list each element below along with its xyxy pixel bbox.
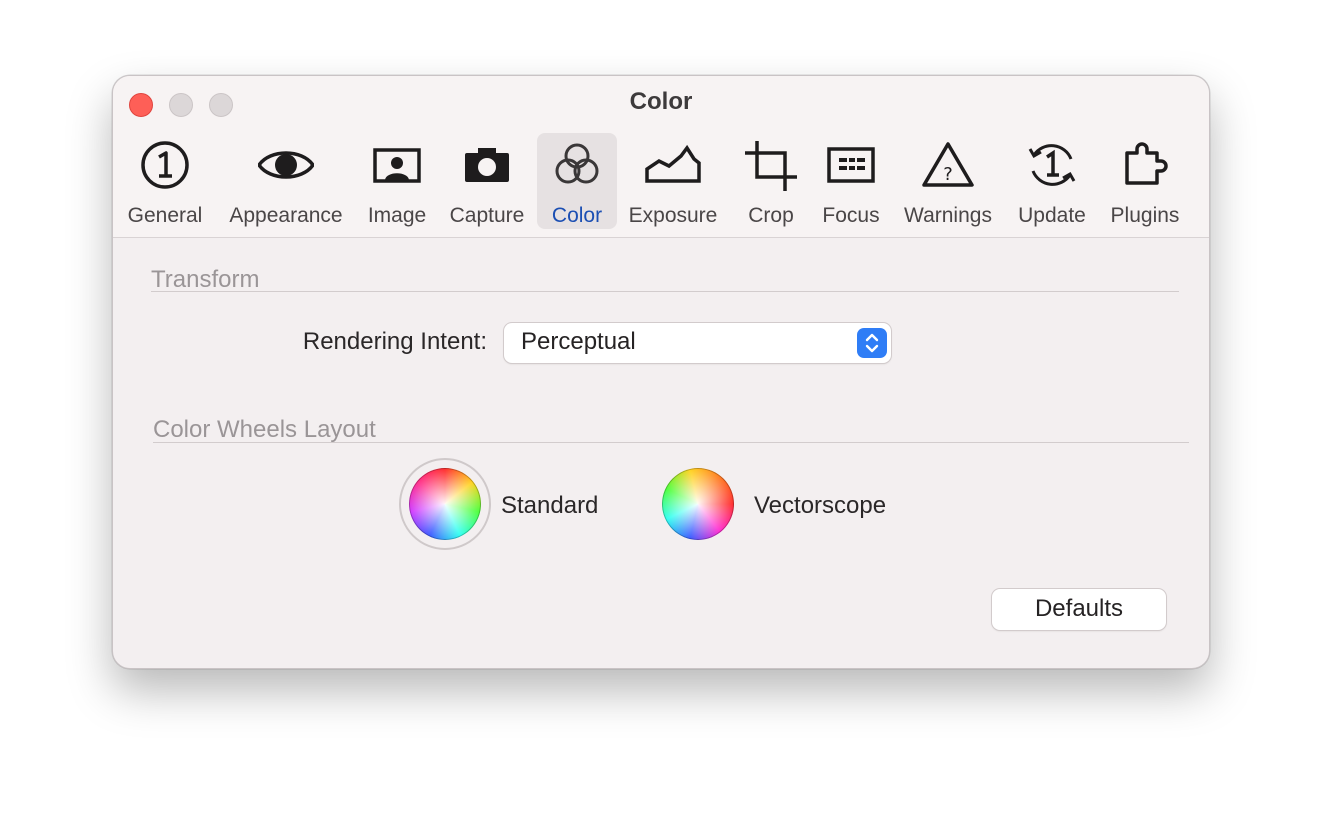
transform-section-title: Transform bbox=[151, 266, 260, 293]
tab-label: Image bbox=[367, 204, 427, 227]
tab-label: Appearance bbox=[229, 204, 343, 227]
toolbar: Color General Appearance Image Capture C… bbox=[113, 76, 1209, 238]
tab-crop[interactable]: Crop bbox=[729, 133, 813, 229]
focus-grid-icon bbox=[827, 147, 875, 183]
puzzle-piece-icon bbox=[1125, 142, 1168, 185]
tab-image[interactable]: Image bbox=[359, 133, 435, 229]
standard-color-wheel-icon bbox=[409, 468, 481, 540]
tab-plugins[interactable]: Plugins bbox=[1103, 133, 1187, 229]
tab-appearance[interactable]: Appearance bbox=[217, 133, 355, 229]
warning-triangle-icon: ? bbox=[922, 142, 974, 187]
transform-divider bbox=[151, 291, 1179, 292]
window-title: Color bbox=[629, 88, 693, 115]
tab-update[interactable]: Update bbox=[1009, 133, 1095, 229]
tab-label: Focus bbox=[822, 204, 880, 227]
color-circles-icon bbox=[555, 143, 599, 184]
vectorscope-color-wheel-icon bbox=[662, 468, 734, 540]
camera-icon bbox=[465, 148, 509, 182]
rendering-intent-value: Perceptual bbox=[521, 328, 636, 355]
tab-label: Exposure bbox=[628, 204, 718, 227]
svg-text:?: ? bbox=[943, 164, 953, 185]
defaults-button-label: Defaults bbox=[1034, 595, 1124, 622]
update-cycle-icon bbox=[1028, 144, 1076, 186]
tab-focus[interactable]: Focus bbox=[813, 133, 889, 229]
tab-label: Color bbox=[551, 204, 603, 227]
tab-color[interactable]: Color bbox=[537, 133, 617, 229]
eye-icon bbox=[258, 151, 314, 179]
crop-icon bbox=[745, 141, 797, 191]
color-wheels-divider bbox=[153, 442, 1189, 443]
histogram-icon bbox=[645, 144, 701, 183]
tab-warnings[interactable]: ? Warnings bbox=[895, 133, 1001, 229]
color-wheels-section-title: Color Wheels Layout bbox=[153, 416, 376, 443]
number-one-circle-icon bbox=[141, 141, 189, 189]
rendering-intent-label: Rendering Intent: bbox=[302, 328, 487, 355]
popup-stepper bbox=[857, 328, 887, 358]
tab-label: Update bbox=[1018, 204, 1086, 227]
tab-label: Plugins bbox=[1110, 204, 1180, 227]
preferences-window: Color General Appearance Image Capture C… bbox=[112, 75, 1210, 669]
chevron-up-down-icon bbox=[865, 333, 879, 353]
radio-label: Standard bbox=[501, 492, 599, 519]
radio-label: Vectorscope bbox=[754, 492, 887, 519]
portrait-image-icon bbox=[373, 148, 421, 183]
tab-label: Warnings bbox=[904, 204, 992, 227]
tab-exposure[interactable]: Exposure bbox=[621, 133, 725, 229]
defaults-button[interactable]: Defaults bbox=[992, 589, 1166, 630]
tab-general[interactable]: General bbox=[119, 133, 211, 229]
tab-capture[interactable]: Capture bbox=[441, 133, 533, 229]
tab-label: General bbox=[127, 204, 203, 227]
tab-label: Crop bbox=[748, 204, 794, 227]
rendering-intent-popup[interactable]: Perceptual bbox=[504, 323, 891, 363]
tab-label: Capture bbox=[449, 204, 525, 227]
